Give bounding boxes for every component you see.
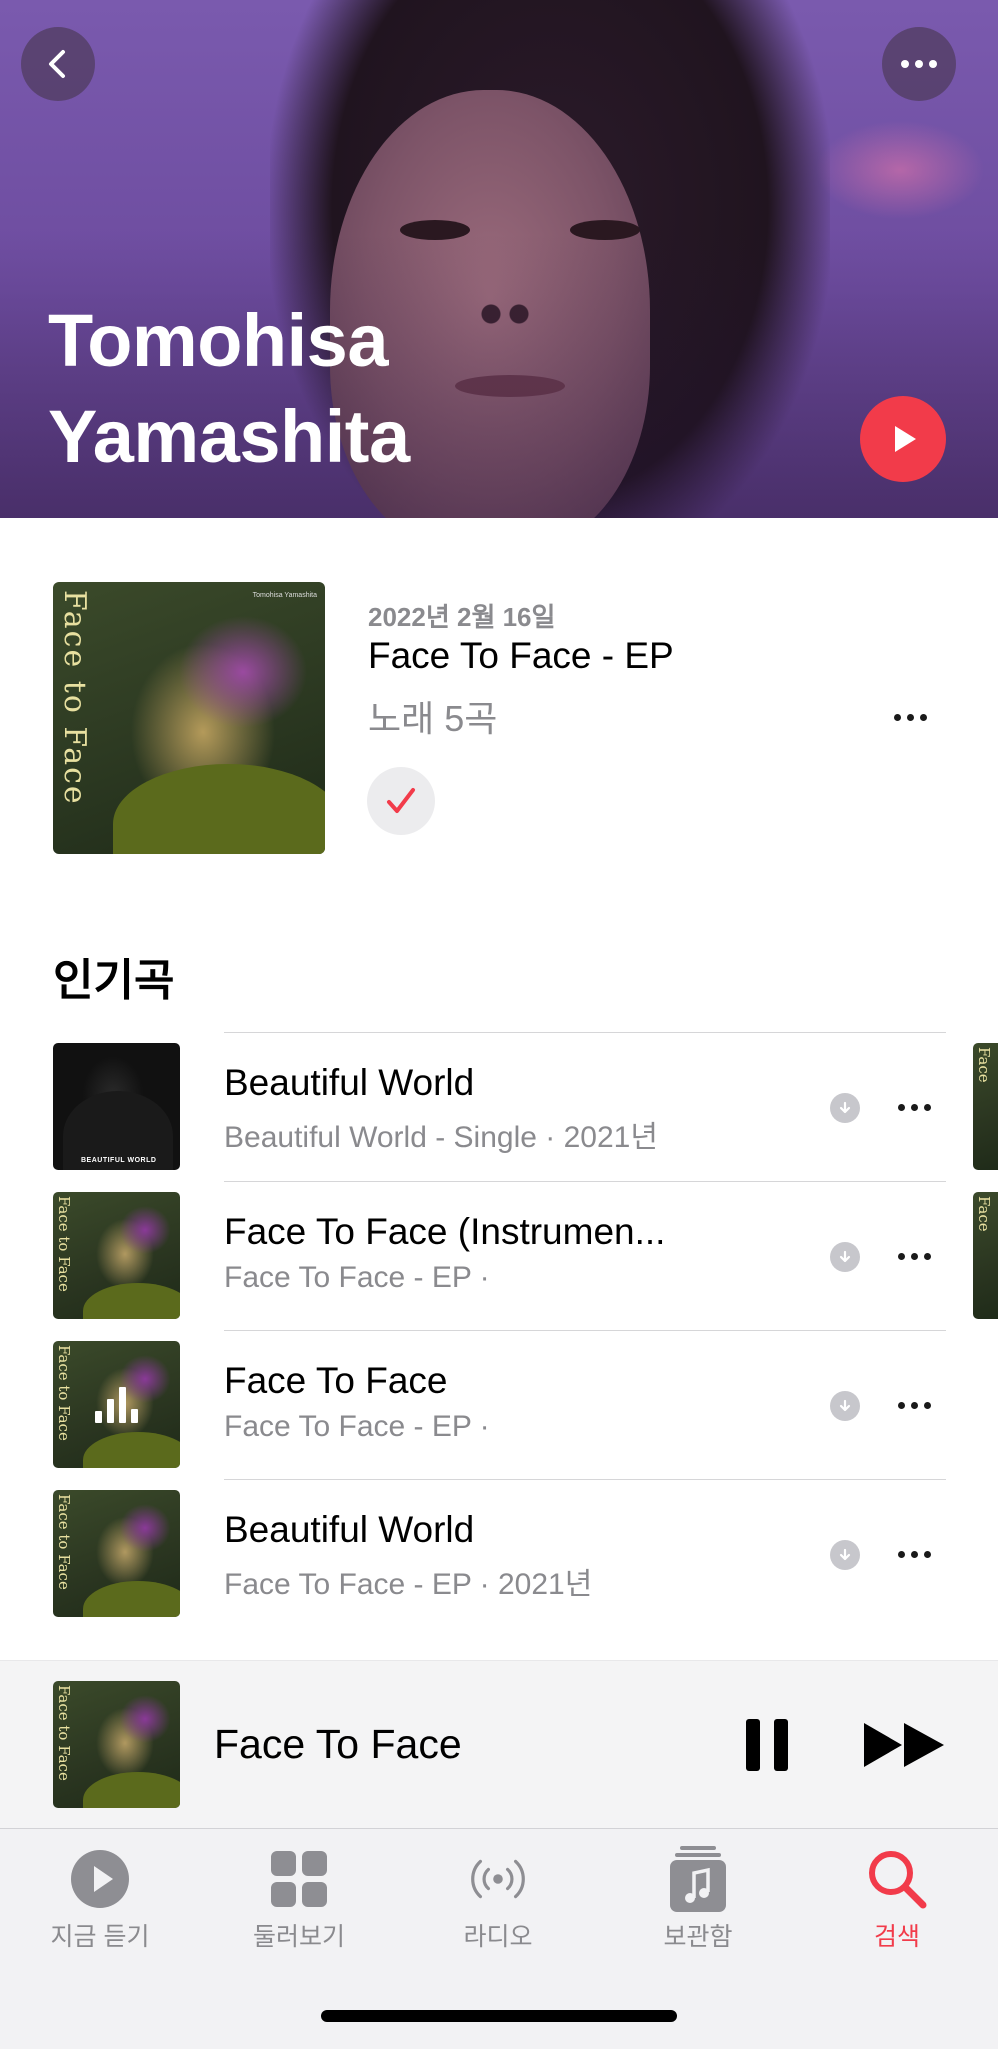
song-more-button[interactable] — [884, 1393, 944, 1417]
download-arrow-icon — [839, 1101, 851, 1114]
home-indicator[interactable] — [321, 2010, 677, 2022]
song-subtitle: Face To Face - EP · 2021년 — [224, 1568, 593, 1601]
song-row[interactable]: BEAUTIFUL WORLD Beautiful World Beautifu… — [0, 1032, 998, 1181]
tab-label: 라디오 — [463, 1923, 533, 1951]
download-button[interactable] — [830, 1540, 860, 1570]
artist-name: Tomohisa Yamashita — [48, 299, 410, 478]
row-divider — [224, 1181, 946, 1182]
song-artwork-text: Face to Face — [55, 1345, 73, 1441]
release-song-count: 노래 5곡 — [368, 698, 498, 739]
download-button[interactable] — [830, 1391, 860, 1421]
download-arrow-icon — [839, 1399, 851, 1412]
added-to-library-button[interactable] — [367, 767, 435, 835]
next-column-artwork[interactable]: Face — [973, 1192, 998, 1319]
row-divider — [224, 1479, 946, 1480]
artist-hero: Tomohisa Yamashita — [0, 0, 998, 518]
grid-icon — [271, 1851, 327, 1907]
song-artwork: BEAUTIFUL WORLD — [53, 1043, 180, 1170]
now-playing-equalizer-icon — [95, 1387, 139, 1423]
tab-radio[interactable]: 라디오 — [418, 1847, 578, 1957]
song-title: Face To Face (Instrumen... — [224, 1211, 666, 1252]
song-artwork: Face to Face — [53, 1192, 180, 1319]
artwork-text: Face to Face — [57, 590, 92, 806]
ellipsis-icon — [901, 60, 937, 68]
release-title[interactable]: Face To Face - EP — [368, 635, 674, 677]
artwork-credit: Tomohisa Yamashita — [252, 592, 317, 599]
tab-browse[interactable]: 둘러보기 — [219, 1847, 379, 1957]
next-column-artwork[interactable]: Face — [973, 1043, 998, 1170]
play-circle-icon — [71, 1850, 129, 1908]
tab-label: 보관함 — [663, 1923, 733, 1951]
song-more-button[interactable] — [884, 1542, 944, 1566]
song-artwork-text: Face to Face — [55, 1494, 73, 1590]
mini-player-artwork[interactable]: Face to Face — [53, 1681, 180, 1808]
song-more-button[interactable] — [884, 1095, 944, 1119]
play-icon — [895, 426, 916, 452]
mini-player[interactable]: Face to Face Face To Face — [0, 1660, 998, 1829]
tab-label: 지금 듣기 — [50, 1923, 150, 1951]
tab-search[interactable]: 검색 — [817, 1847, 977, 1957]
song-row[interactable]: Face to Face Face To Face (Instrumen... … — [0, 1181, 998, 1330]
back-button[interactable] — [21, 27, 95, 101]
tab-label: 검색 — [873, 1923, 920, 1951]
more-options-button[interactable] — [882, 27, 956, 101]
song-artwork-text: Face to Face — [55, 1196, 73, 1292]
release-more-button[interactable] — [880, 705, 940, 729]
tab-library[interactable]: 보관함 — [618, 1846, 778, 1957]
fast-forward-icon[interactable] — [862, 1719, 946, 1771]
song-title: Beautiful World — [224, 1509, 475, 1550]
pause-icon[interactable] — [742, 1717, 792, 1773]
mini-player-title[interactable]: Face To Face — [214, 1721, 462, 1768]
download-button[interactable] — [830, 1242, 860, 1272]
tab-listen-now[interactable]: 지금 듣기 — [20, 1847, 180, 1957]
chevron-left-icon — [49, 50, 65, 78]
download-arrow-icon — [839, 1250, 851, 1263]
song-row[interactable]: Face to Face Beautiful World Face To Fac… — [0, 1479, 998, 1628]
release-date: 2022년 2월 16일 — [368, 602, 556, 632]
song-artwork: Face to Face — [53, 1341, 180, 1468]
radio-icon — [471, 1859, 525, 1899]
song-artwork-text: BEAUTIFUL WORLD — [81, 1157, 157, 1164]
latest-release-artwork[interactable]: Face to Face Tomohisa Yamashita — [53, 582, 325, 854]
row-divider — [224, 1330, 946, 1331]
library-icon — [670, 1846, 726, 1912]
song-subtitle: Beautiful World - Single · 2021년 — [224, 1121, 658, 1154]
top-songs-title[interactable]: 인기곡 — [53, 944, 174, 1008]
song-subtitle: Face To Face - EP · — [224, 1410, 490, 1443]
tab-label: 둘러보기 — [252, 1923, 345, 1951]
song-subtitle: Face To Face - EP · — [224, 1261, 490, 1294]
download-arrow-icon — [839, 1548, 851, 1561]
song-artwork: Face to Face — [53, 1490, 180, 1617]
artwork-coat — [113, 764, 325, 854]
song-title: Face To Face — [224, 1360, 448, 1401]
play-artist-button[interactable] — [860, 396, 946, 482]
row-divider — [224, 1032, 946, 1033]
song-more-button[interactable] — [884, 1244, 944, 1268]
mini-player-artwork-text: Face to Face — [55, 1685, 73, 1781]
song-title: Beautiful World — [224, 1062, 475, 1103]
search-icon — [869, 1851, 927, 1909]
song-row-now-playing[interactable]: Face to Face Face To Face Face To Face -… — [0, 1330, 998, 1479]
checkmark-icon — [387, 788, 415, 813]
download-button[interactable] — [830, 1093, 860, 1123]
